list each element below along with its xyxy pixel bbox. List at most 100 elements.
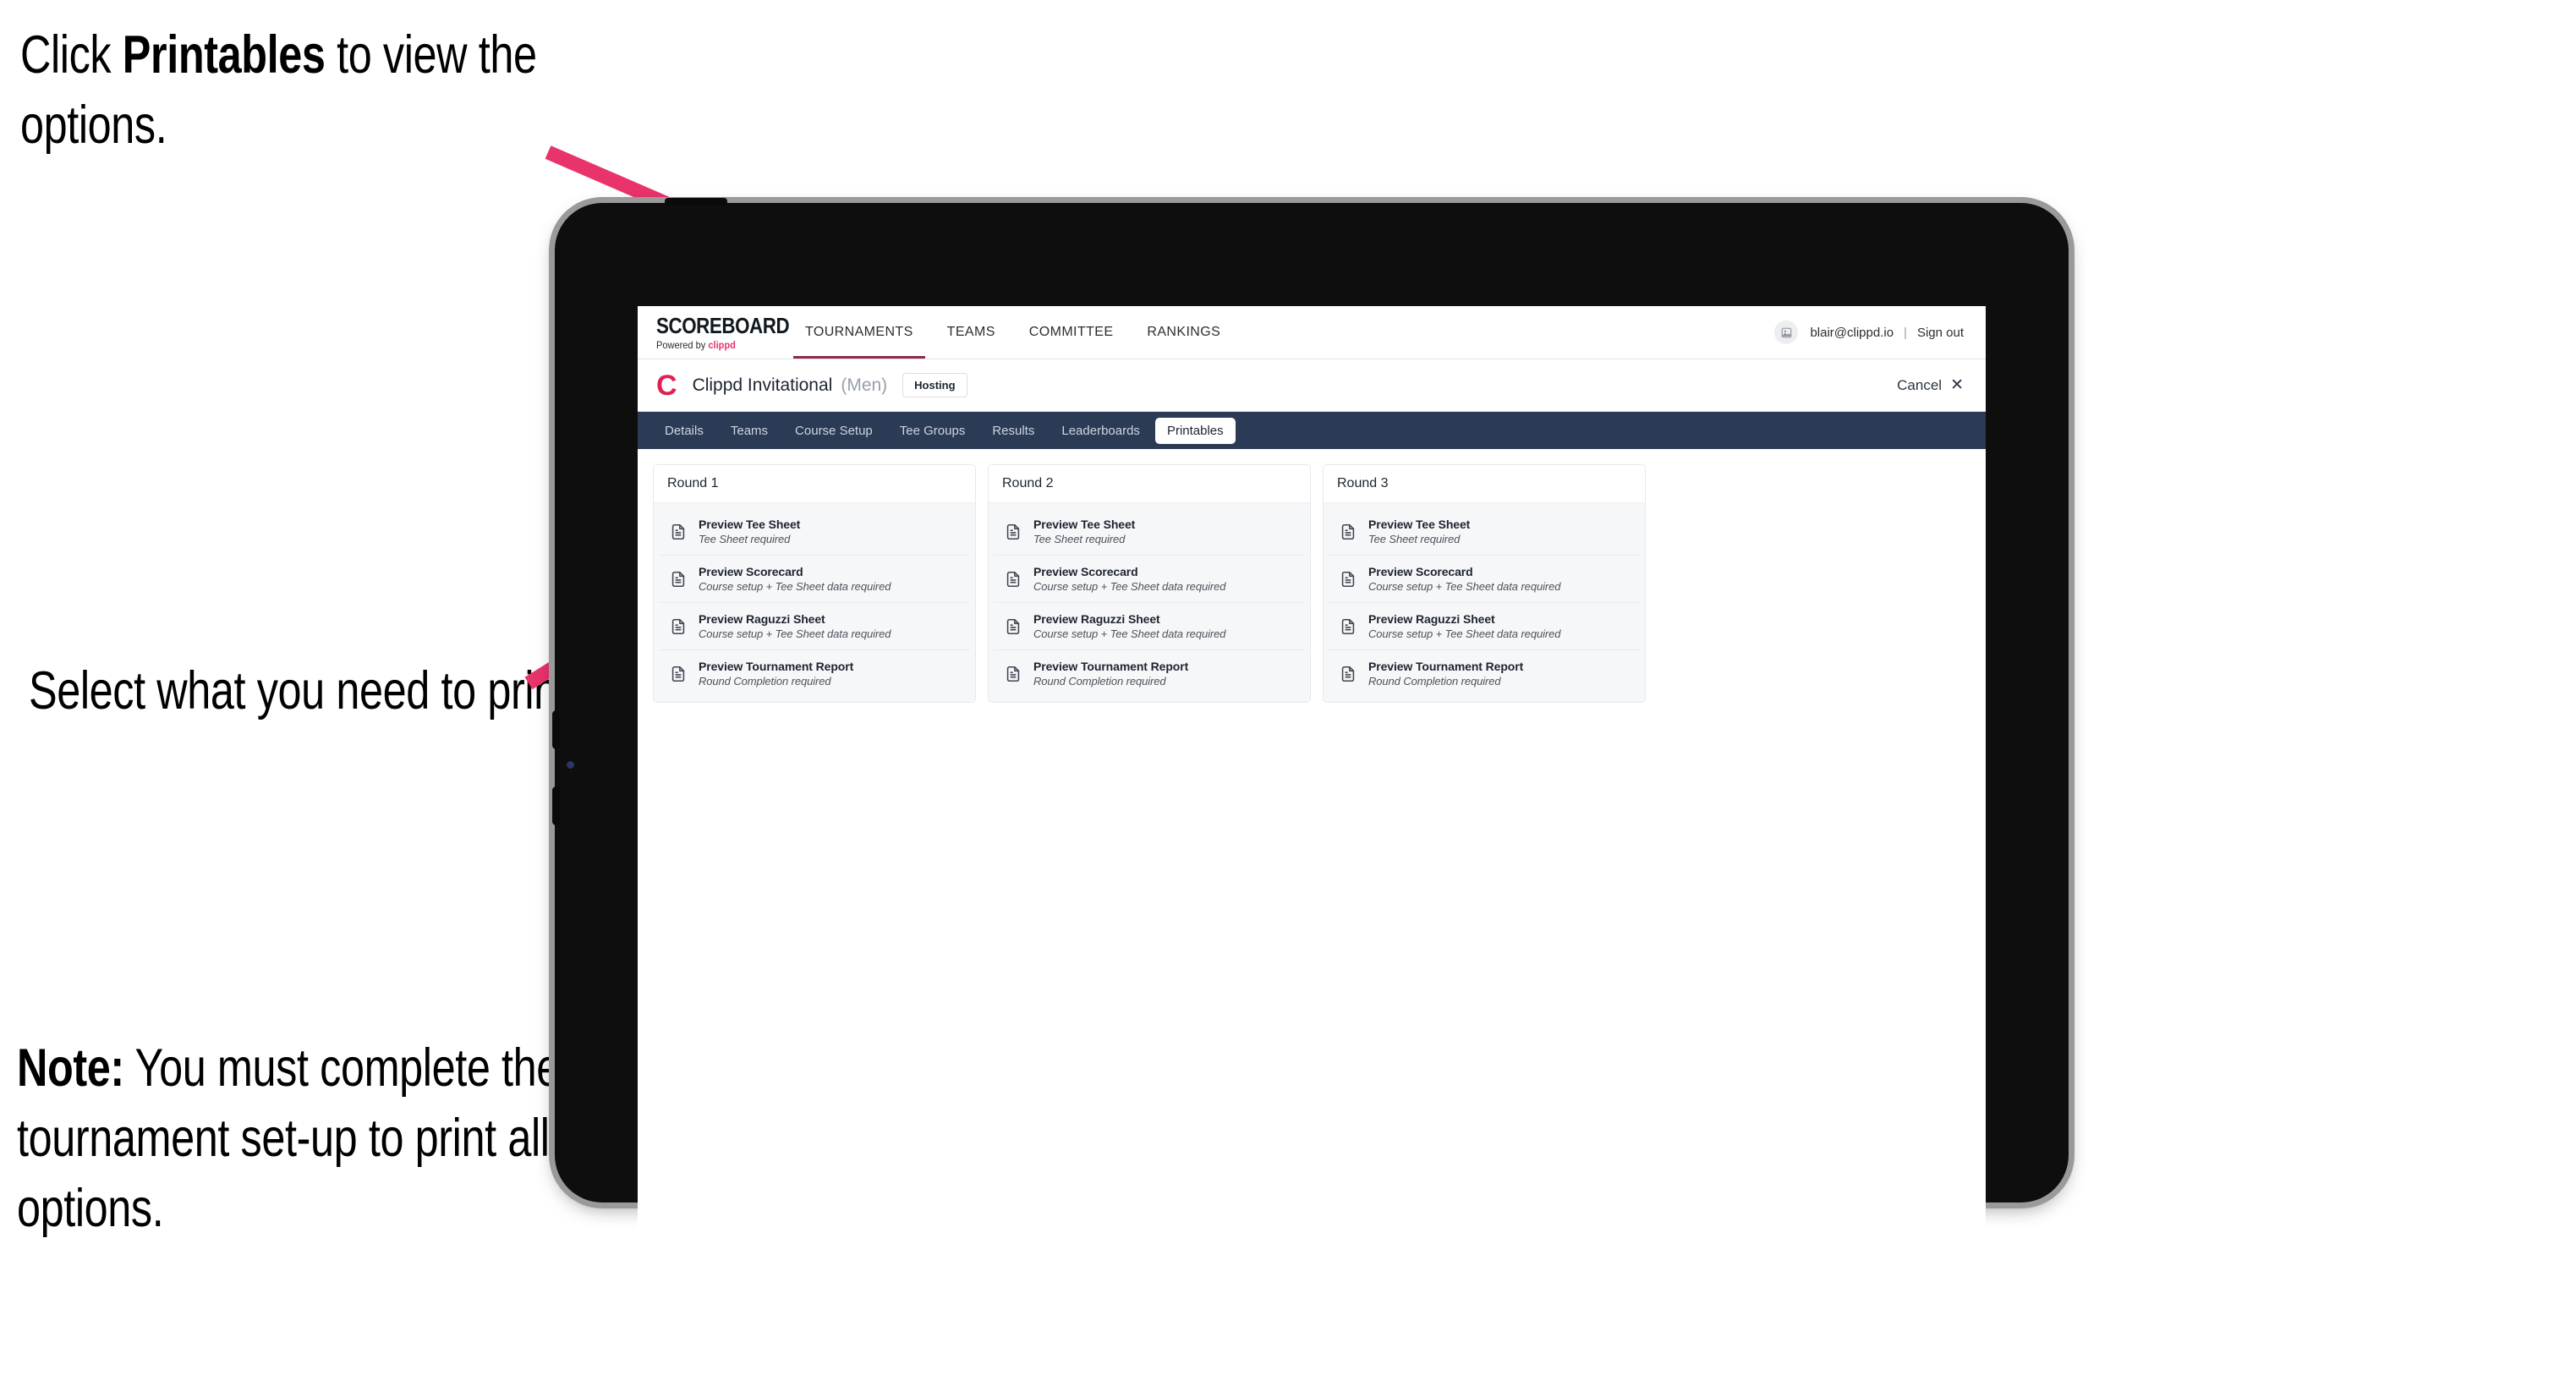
printable-requirement: Tee Sheet required	[1033, 533, 1126, 545]
printable-requirement: Round Completion required	[699, 675, 831, 688]
document-icon	[669, 570, 688, 589]
account-separator: |	[1904, 325, 1907, 340]
printable-item-scorecard[interactable]: Preview Scorecard Course setup + Tee She…	[994, 556, 1305, 603]
tournament-name: Clippd Invitational	[692, 375, 833, 395]
document-icon	[1339, 523, 1357, 541]
round-items: Preview Tee Sheet Tee Sheet required Pre…	[989, 503, 1310, 702]
account-area: blair@clippd.io | Sign out	[1774, 306, 1986, 359]
volume-down-button[interactable]	[552, 786, 560, 825]
document-icon	[1004, 665, 1022, 683]
printable-item-tee-sheet[interactable]: Preview Tee Sheet Tee Sheet required	[1329, 508, 1640, 556]
document-icon	[1004, 617, 1022, 636]
printable-requirement: Round Completion required	[1368, 675, 1501, 688]
nav-item-committee[interactable]: COMMITTEE	[1012, 306, 1131, 359]
printable-title: Preview Scorecard	[699, 565, 803, 578]
nav-item-teams[interactable]: TEAMS	[930, 306, 1012, 359]
logo-wordmark: SCOREBOARD	[656, 312, 790, 338]
printable-item-tee-sheet[interactable]: Preview Tee Sheet Tee Sheet required	[659, 508, 970, 556]
printable-item-raguzzi-sheet[interactable]: Preview Raguzzi Sheet Course setup + Tee…	[659, 603, 970, 650]
round-card: Round 3 Preview Tee Sheet Tee Sheet requ…	[1323, 464, 1646, 703]
printable-requirement: Course setup + Tee Sheet data required	[699, 627, 891, 640]
printable-title: Preview Scorecard	[1368, 565, 1473, 578]
document-icon	[1004, 570, 1022, 589]
printable-item-tournament-report[interactable]: Preview Tournament Report Round Completi…	[994, 650, 1305, 697]
printable-requirement: Tee Sheet required	[1368, 533, 1461, 545]
tab-details[interactable]: Details	[653, 418, 715, 444]
round-title: Round 1	[654, 465, 975, 503]
printable-title: Preview Raguzzi Sheet	[699, 612, 825, 626]
printable-item-tournament-report[interactable]: Preview Tournament Report Round Completi…	[1329, 650, 1640, 697]
printable-title: Preview Tournament Report	[699, 660, 854, 673]
annotation-select-what-to-print: Select what you need to print.	[29, 656, 638, 726]
avatar[interactable]	[1774, 320, 1799, 344]
user-avatar-icon	[1781, 327, 1792, 337]
annotation-click-printables: Click Printables to view the options.	[20, 20, 629, 161]
tab-printables[interactable]: Printables	[1154, 417, 1236, 444]
printable-title: Preview Tournament Report	[1033, 660, 1189, 673]
printable-item-raguzzi-sheet[interactable]: Preview Raguzzi Sheet Course setup + Tee…	[994, 603, 1305, 650]
round-card: Round 1 Preview Tee Sheet Tee Sheet requ…	[653, 464, 976, 703]
power-button[interactable]	[665, 198, 727, 205]
document-icon	[1004, 523, 1022, 541]
tab-teams[interactable]: Teams	[719, 418, 780, 444]
round-title: Round 2	[989, 465, 1310, 503]
printable-title: Preview Scorecard	[1033, 565, 1138, 578]
printable-item-scorecard[interactable]: Preview Scorecard Course setup + Tee She…	[1329, 556, 1640, 603]
printable-title: Preview Raguzzi Sheet	[1033, 612, 1160, 626]
printable-requirement: Course setup + Tee Sheet data required	[1033, 580, 1226, 593]
status-badge: Hosting	[902, 373, 967, 397]
printable-requirement: Course setup + Tee Sheet data required	[699, 580, 891, 593]
printable-item-tournament-report[interactable]: Preview Tournament Report Round Completi…	[659, 650, 970, 697]
nav-item-rankings[interactable]: RANKINGS	[1130, 306, 1237, 359]
logo-powered-by: Powered by clippd	[656, 339, 764, 351]
nav-item-tournaments[interactable]: TOURNAMENTS	[788, 306, 930, 359]
printable-requirement: Course setup + Tee Sheet data required	[1033, 627, 1226, 640]
round-title: Round 3	[1324, 465, 1645, 503]
round-card: Round 2 Preview Tee Sheet Tee Sheet requ…	[988, 464, 1311, 703]
tournament-gender: (Men)	[841, 375, 888, 395]
printable-title: Preview Tee Sheet	[699, 518, 801, 531]
annotation-1-bold: Printables	[122, 25, 326, 85]
volume-up-button[interactable]	[552, 710, 560, 749]
document-icon	[1339, 570, 1357, 589]
user-email-label: blair@clippd.io	[1810, 325, 1894, 340]
printable-requirement: Tee Sheet required	[699, 533, 791, 545]
rounds-grid: Round 1 Preview Tee Sheet Tee Sheet requ…	[638, 449, 1986, 703]
tab-course-setup[interactable]: Course Setup	[783, 418, 885, 444]
printable-requirement: Round Completion required	[1033, 675, 1166, 688]
annotation-3-bold: Note:	[17, 1038, 124, 1098]
printable-title: Preview Tee Sheet	[1368, 518, 1471, 531]
document-icon	[669, 523, 688, 541]
annotation-2-text: Select what you need to print.	[29, 661, 581, 720]
tournament-tabs: Details Teams Course Setup Tee Groups Re…	[638, 412, 1986, 449]
tournament-header-row: C Clippd Invitational (Men) Hosting Canc…	[638, 359, 1986, 412]
printable-title: Preview Tee Sheet	[1033, 518, 1136, 531]
tablet-screen: SCOREBOARD Powered by clippd TOURNAMENTS…	[638, 306, 1986, 1297]
printable-requirement: Course setup + Tee Sheet data required	[1368, 627, 1561, 640]
tab-leaderboards[interactable]: Leaderboards	[1050, 418, 1152, 444]
app-header: SCOREBOARD Powered by clippd TOURNAMENTS…	[638, 306, 1986, 359]
printable-title: Preview Raguzzi Sheet	[1368, 612, 1495, 626]
cancel-button[interactable]: Cancel ✕	[1897, 377, 1964, 394]
clippd-brand-text: clippd	[708, 338, 736, 351]
document-icon	[669, 617, 688, 636]
cancel-button-label: Cancel	[1897, 376, 1943, 393]
powered-by-text: Powered by	[656, 338, 709, 351]
tablet-device-frame: SCOREBOARD Powered by clippd TOURNAMENTS…	[552, 198, 2069, 1297]
document-icon	[1339, 617, 1357, 636]
round-items: Preview Tee Sheet Tee Sheet required Pre…	[1324, 503, 1645, 702]
annotation-1-pre: Click	[20, 25, 123, 85]
tab-results[interactable]: Results	[980, 418, 1046, 444]
scoreboard-logo[interactable]: SCOREBOARD Powered by clippd	[638, 306, 790, 359]
close-icon: ✕	[1950, 376, 1964, 394]
round-items: Preview Tee Sheet Tee Sheet required Pre…	[654, 503, 975, 702]
clippd-c-logo-icon: C	[656, 369, 677, 402]
document-icon	[1339, 665, 1357, 683]
printable-requirement: Course setup + Tee Sheet data required	[1368, 580, 1561, 593]
printable-title: Preview Tournament Report	[1368, 660, 1524, 673]
printable-item-raguzzi-sheet[interactable]: Preview Raguzzi Sheet Course setup + Tee…	[1329, 603, 1640, 650]
printable-item-scorecard[interactable]: Preview Scorecard Course setup + Tee She…	[659, 556, 970, 603]
printable-item-tee-sheet[interactable]: Preview Tee Sheet Tee Sheet required	[994, 508, 1305, 556]
sign-out-link[interactable]: Sign out	[1917, 326, 1964, 340]
tab-tee-groups[interactable]: Tee Groups	[888, 418, 978, 444]
